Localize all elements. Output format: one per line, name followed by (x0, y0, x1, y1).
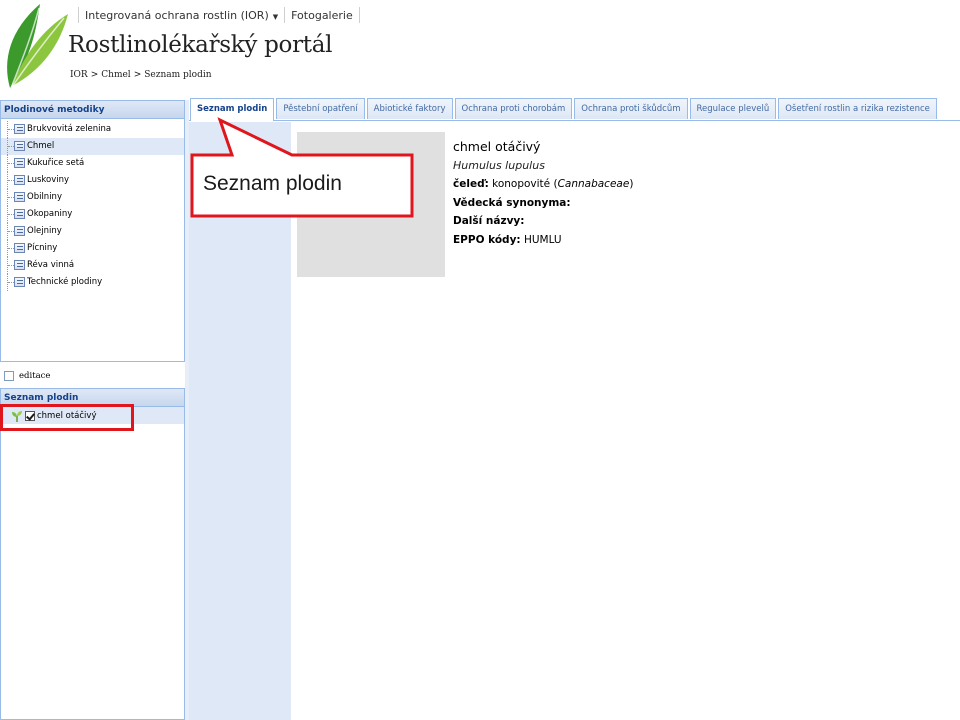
breadcrumb-item-current: Seznam plodin (144, 70, 212, 80)
edit-checkbox[interactable] (4, 371, 14, 381)
site-title: Rostlinolékařský portál (68, 32, 333, 58)
breadcrumb-item-chmel[interactable]: Chmel (101, 70, 130, 80)
page-header: Integrovaná ochrana rostlin (IOR) ▼ Fotog… (0, 0, 960, 95)
family-latin: Cannabaceae (557, 178, 630, 190)
synonyms-label: Vědecká synonyma: (453, 196, 571, 209)
document-icon (14, 209, 25, 219)
tabs: Seznam plodin Pěstební opatření Abiotick… (190, 98, 939, 121)
nav-link-ior[interactable]: Integrovaná ochrana rostlin (IOR) ▼ (85, 9, 278, 22)
methods-panel-title: Plodinové metodiky (1, 101, 184, 119)
top-navigation: Integrovaná ochrana rostlin (IOR) ▼ Fotog… (72, 6, 366, 24)
eppo-row: EPPO kódy: HUMLU (453, 231, 633, 250)
methods-panel: Plodinové metodiky Brukvovitá zelenina C… (0, 100, 185, 362)
crop-photo-placeholder (297, 132, 445, 277)
tab-strip: Seznam plodin Pěstební opatření Abiotick… (189, 97, 960, 121)
document-icon (14, 226, 25, 236)
breadcrumb: IOR > Chmel > Seznam plodin (70, 70, 212, 80)
tree-item-chmel[interactable]: Chmel (1, 138, 184, 155)
tree-item-olejniny[interactable]: Olejniny (1, 223, 184, 240)
caret-down-icon: ▼ (272, 12, 279, 21)
tree-item-label: Chmel (27, 141, 55, 151)
breadcrumb-separator: > (90, 70, 99, 80)
tab-ochrana-proti-skudcum[interactable]: Ochrana proti škůdcům (574, 98, 688, 119)
callout-text: Seznam plodin (203, 172, 342, 195)
family-label: čeleď: (453, 178, 489, 190)
tree-item-label: Réva vinná (27, 260, 75, 270)
tree-branch-line (7, 155, 14, 172)
highlight-box (0, 404, 134, 431)
crop-family: čeleď: konopovité (Cannabaceae) (453, 175, 633, 194)
document-icon (14, 243, 25, 253)
tree-branch-line (7, 240, 14, 257)
edit-toggle[interactable]: editace (4, 369, 50, 383)
tree-branch-line (7, 189, 14, 206)
tree-item-label: Olejniny (27, 226, 62, 236)
tree-item-brukvovita-zelenina[interactable]: Brukvovitá zelenina (1, 121, 184, 138)
crop-latin-name: Humulus lupulus (453, 158, 545, 172)
tab-seznam-plodin[interactable]: Seznam plodin (190, 98, 275, 121)
tree-item-label: Brukvovitá zelenina (27, 124, 112, 134)
breadcrumb-separator: > (133, 70, 142, 80)
tree-item-technicke-plodiny[interactable]: Technické plodiny (1, 274, 184, 291)
crop-common-name: chmel otáčivý (453, 139, 541, 154)
tree-item-label: Pícniny (27, 243, 58, 253)
nav-separator (78, 7, 79, 23)
document-icon (14, 175, 25, 185)
tree-branch-line (7, 257, 14, 274)
tree-item-okopaniny[interactable]: Okopaniny (1, 206, 184, 223)
tree-item-label: Okopaniny (27, 209, 73, 219)
eppo-label: EPPO kódy: (453, 233, 521, 246)
tree-branch-line (7, 274, 14, 291)
nav-link-fotogalerie[interactable]: Fotogalerie (291, 9, 353, 22)
tree-item-obilniny[interactable]: Obilniny (1, 189, 184, 206)
tree-item-kukurice-seta[interactable]: Kukuřice setá (1, 155, 184, 172)
edit-label: editace (19, 371, 51, 381)
tree-item-label: Luskoviny (27, 175, 70, 185)
tree-item-label: Technické plodiny (27, 277, 103, 287)
tab-content: chmel otáčivý Humulus lupulus čeleď: kon… (189, 122, 960, 720)
document-icon (14, 124, 25, 134)
nav-link-ior-label: Integrovaná ochrana rostlin (IOR) (85, 8, 269, 22)
family-value: konopovité ( (492, 178, 558, 190)
leaf-logo-icon (7, 4, 68, 89)
tree-item-picniny[interactable]: Pícniny (1, 240, 184, 257)
other-names-label: Další názvy: (453, 215, 525, 227)
methods-tree: Brukvovitá zelenina Chmel Kukuřice setá … (1, 119, 184, 291)
tree-branch-line (7, 206, 14, 223)
tree-branch-line (7, 138, 14, 155)
tab-regulace-plevelu[interactable]: Regulace plevelů (689, 98, 777, 119)
tab-pestebni-opatreni[interactable]: Pěstební opatření (276, 98, 365, 119)
document-icon (14, 192, 25, 202)
crops-panel: Seznam plodin chmel otáčivý (0, 388, 185, 720)
tree-branch-line (7, 172, 14, 189)
family-close: ) (629, 178, 634, 190)
tree-branch-line (7, 223, 14, 240)
tab-ochrana-proti-chorobam[interactable]: Ochrana proti chorobám (454, 98, 573, 119)
crop-info: chmel otáčivý Humulus lupulus čeleď: kon… (453, 138, 633, 249)
nav-separator (284, 7, 286, 23)
content-side-strip (189, 122, 291, 720)
nav-separator (358, 7, 360, 23)
document-icon (14, 141, 25, 151)
breadcrumb-item-ior[interactable]: IOR (70, 70, 88, 80)
tab-osetreni-rostlin[interactable]: Ošetření rostlin a rizika rezistence (778, 98, 937, 119)
document-icon (14, 277, 25, 287)
tree-item-label: Kukuřice setá (27, 158, 85, 168)
tree-branch-line (7, 121, 14, 138)
document-icon (14, 158, 25, 168)
eppo-value: HUMLU (523, 233, 562, 246)
document-icon (14, 260, 25, 270)
tree-item-luskoviny[interactable]: Luskoviny (1, 172, 184, 189)
tree-item-reva-vinna[interactable]: Réva vinná (1, 257, 184, 274)
tab-abioticke-faktory[interactable]: Abiotické faktory (366, 98, 453, 119)
tree-item-label: Obilniny (27, 192, 62, 202)
